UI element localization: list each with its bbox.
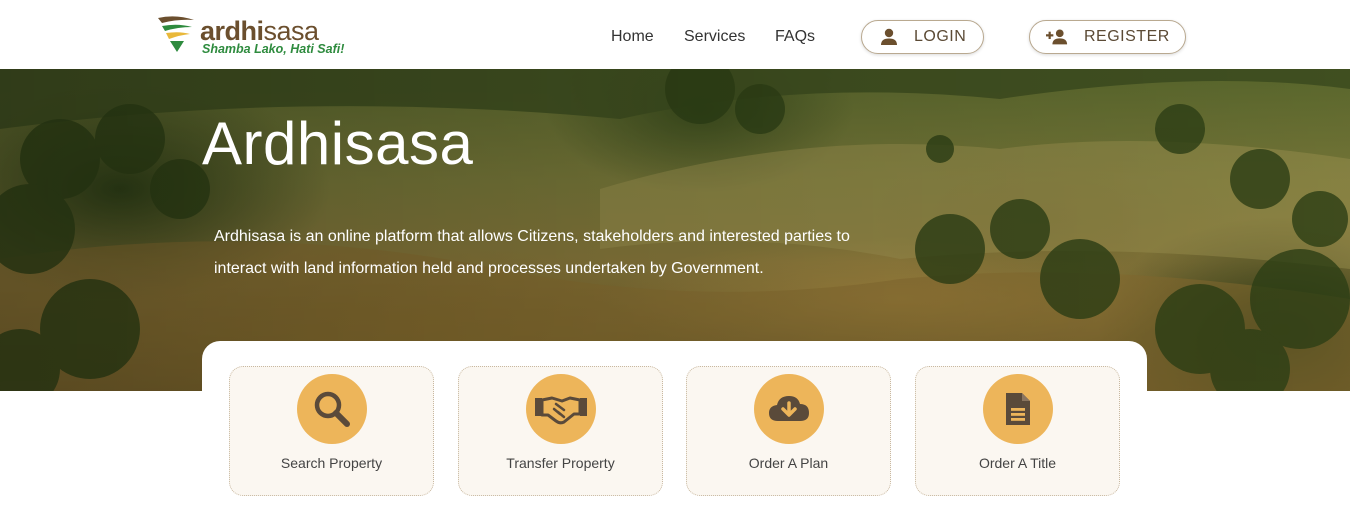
login-label: LOGIN	[914, 28, 967, 45]
document-icon	[1006, 393, 1030, 425]
register-label: REGISTER	[1084, 28, 1170, 45]
search-property-card[interactable]: Search Property	[229, 366, 434, 496]
search-property-label: Search Property	[280, 455, 383, 471]
order-title-label: Order A Title	[978, 455, 1057, 471]
nav-faqs-link[interactable]: FAQs	[775, 28, 815, 46]
hero-title: Ardhisasa	[202, 110, 474, 177]
order-title-card[interactable]: Order A Title	[915, 366, 1120, 496]
handshake-icon-circle	[526, 374, 596, 444]
top-header: ardhisasa Shamba Lako, Hati Safi! Home S…	[0, 0, 1350, 69]
cloud-download-icon	[769, 396, 809, 421]
logo-swoosh-icon	[158, 16, 194, 52]
nav-services-link[interactable]: Services	[684, 28, 745, 46]
handshake-icon	[535, 396, 587, 425]
transfer-property-card[interactable]: Transfer Property	[458, 366, 663, 496]
logo-tagline: Shamba Lako, Hati Safi!	[202, 42, 345, 56]
user-plus-icon	[1046, 26, 1068, 48]
nav-home-link[interactable]: Home	[611, 28, 654, 46]
hero-description: Ardhisasa is an online platform that all…	[214, 228, 850, 277]
register-button[interactable]: REGISTER	[1029, 20, 1186, 54]
cloud-download-icon-circle	[754, 374, 824, 444]
order-plan-label: Order A Plan	[748, 455, 829, 471]
search-icon-circle	[297, 374, 367, 444]
user-icon	[878, 26, 900, 48]
document-icon-circle	[983, 374, 1053, 444]
search-icon	[314, 391, 350, 427]
order-plan-card[interactable]: Order A Plan	[686, 366, 891, 496]
login-button[interactable]: LOGIN	[861, 20, 984, 54]
transfer-property-label: Transfer Property	[506, 455, 615, 471]
ardhisasa-logo[interactable]: ardhisasa Shamba Lako, Hati Safi!	[156, 14, 356, 60]
services-panel: Search Property Transfer Property Order …	[202, 341, 1147, 512]
